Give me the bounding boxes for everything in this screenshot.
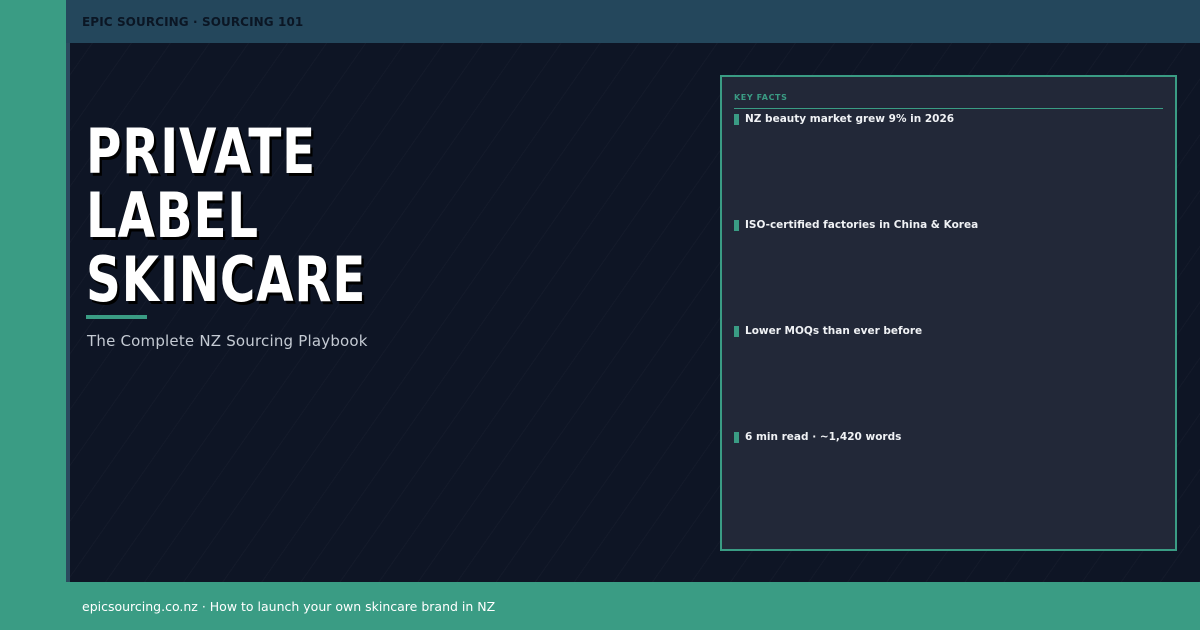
title-line-1: PRIVATE (86, 115, 316, 188)
key-facts-header: KEY FACTS (734, 87, 1163, 109)
page-title: PRIVATE LABEL SKINCARE (86, 120, 366, 312)
fact-marker-icon (734, 431, 739, 443)
fact-item: NZ beauty market grew 9% in 2026 (734, 113, 954, 125)
fact-item: Lower MOQs than ever before (734, 325, 922, 337)
key-facts-panel: KEY FACTS NZ beauty market grew 9% in 20… (720, 75, 1177, 551)
footer-text: epicsourcing.co.nz · How to launch your … (82, 598, 496, 614)
fact-text: 6 min read · ~1,420 words (745, 431, 902, 443)
title-line-2: LABEL (86, 179, 259, 252)
page-subtitle: The Complete NZ Sourcing Playbook (87, 332, 368, 350)
breadcrumb: EPIC SOURCING · SOURCING 101 (82, 14, 304, 29)
fact-marker-icon (734, 113, 739, 125)
fact-marker-icon (734, 219, 739, 231)
top-bar: EPIC SOURCING · SOURCING 101 (66, 0, 1200, 43)
footer-bar: epicsourcing.co.nz · How to launch your … (66, 582, 1200, 630)
fact-text: NZ beauty market grew 9% in 2026 (745, 113, 955, 125)
key-facts-heading: KEY FACTS (734, 93, 788, 102)
fact-marker-icon (734, 325, 739, 337)
fact-item: ISO-certified factories in China & Korea (734, 219, 978, 231)
fact-text: Lower MOQs than ever before (745, 325, 923, 337)
left-accent-bar (0, 0, 66, 582)
title-underline (86, 315, 147, 319)
fact-text: ISO-certified factories in China & Korea (745, 219, 979, 231)
fact-item: 6 min read · ~1,420 words (734, 431, 901, 443)
title-line-3: SKINCARE (86, 243, 367, 316)
